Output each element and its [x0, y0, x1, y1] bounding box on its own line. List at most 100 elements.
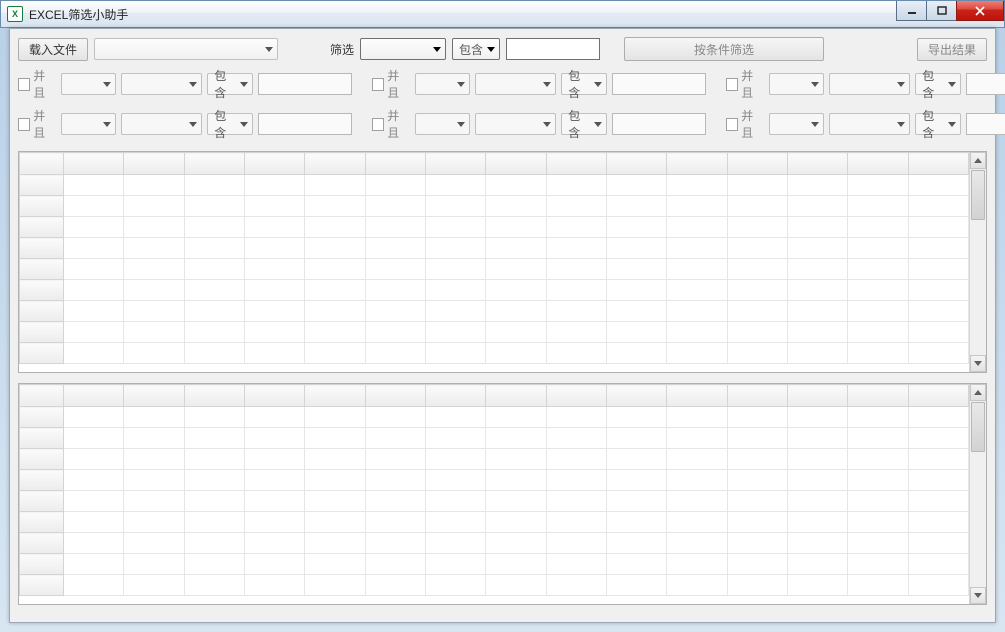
subfilter-2-field[interactable] — [475, 73, 556, 95]
chevron-down-icon — [433, 47, 441, 52]
close-button[interactable] — [956, 1, 1004, 21]
scroll-up-icon[interactable] — [970, 152, 986, 169]
subfilter-4-field[interactable] — [121, 113, 202, 135]
subfilter-5-value[interactable] — [612, 113, 706, 135]
app-icon: X — [7, 6, 23, 22]
subfilter-1: 并且 包含 — [18, 67, 352, 101]
scroll-down-icon[interactable] — [970, 355, 986, 372]
subfilter-1-check[interactable]: 并且 — [18, 67, 56, 101]
chevron-down-icon — [948, 82, 956, 87]
subfilter-5: 并且 包含 — [372, 107, 706, 141]
scroll-thumb[interactable] — [971, 402, 985, 452]
filter-op-combo[interactable]: 包含 — [452, 38, 500, 60]
table-row[interactable] — [20, 491, 969, 512]
subfilter-row-1: 并且 包含 并且 包含 并且 包含 — [18, 67, 987, 101]
subfilter-5-op[interactable]: 包含 — [561, 113, 607, 135]
subfilter-2-logic[interactable] — [415, 73, 470, 95]
table-row[interactable] — [20, 322, 969, 343]
subfilter-3-op[interactable]: 包含 — [915, 73, 961, 95]
chevron-down-icon — [189, 82, 197, 87]
table-row[interactable] — [20, 280, 969, 301]
table-row[interactable] — [20, 554, 969, 575]
subfilter-1-op[interactable]: 包含 — [207, 73, 253, 95]
subfilter-4-value[interactable] — [258, 113, 352, 135]
chevron-down-icon — [543, 82, 551, 87]
table-row[interactable] — [20, 428, 969, 449]
subfilter-2: 并且 包含 — [372, 67, 706, 101]
subfilter-4-logic[interactable] — [61, 113, 116, 135]
subfilter-row-2: 并且 包含 并且 包含 并且 包含 — [18, 107, 987, 141]
subfilter-1-value[interactable] — [258, 73, 352, 95]
subfilter-6: 并且 包含 — [726, 107, 1005, 141]
chevron-down-icon — [103, 82, 111, 87]
grid-top-table — [19, 152, 969, 364]
subfilter-6-field[interactable] — [829, 113, 910, 135]
subfilter-5-field[interactable] — [475, 113, 556, 135]
grid-top[interactable] — [18, 151, 987, 373]
export-button[interactable]: 导出结果 — [917, 38, 987, 61]
subfilter-3-logic[interactable] — [769, 73, 824, 95]
titlebar: X EXCEL筛选小助手 — [0, 0, 1005, 28]
subfilter-3-field[interactable] — [829, 73, 910, 95]
chevron-down-icon — [457, 122, 465, 127]
grid-bottom-scrollbar[interactable] — [969, 384, 986, 604]
chevron-down-icon — [594, 122, 602, 127]
table-row[interactable] — [20, 259, 969, 280]
table-row[interactable] — [20, 512, 969, 533]
subfilter-5-check[interactable]: 并且 — [372, 107, 410, 141]
apply-filter-button[interactable]: 按条件筛选 — [624, 37, 824, 61]
grid-top-scrollbar[interactable] — [969, 152, 986, 372]
subfilter-2-op[interactable]: 包含 — [561, 73, 607, 95]
subfilter-4: 并且 包含 — [18, 107, 352, 141]
grid-bottom[interactable] — [18, 383, 987, 605]
table-row[interactable] — [20, 217, 969, 238]
chevron-down-icon — [265, 47, 273, 52]
chevron-down-icon — [811, 122, 819, 127]
table-row[interactable] — [20, 175, 969, 196]
subfilter-5-logic[interactable] — [415, 113, 470, 135]
maximize-button[interactable] — [926, 1, 956, 21]
chevron-down-icon — [457, 82, 465, 87]
grids-container — [18, 151, 987, 605]
subfilter-1-field[interactable] — [121, 73, 202, 95]
minimize-button[interactable] — [896, 1, 926, 21]
filter-field-combo[interactable] — [360, 38, 446, 60]
subfilter-6-logic[interactable] — [769, 113, 824, 135]
scroll-thumb[interactable] — [971, 170, 985, 220]
chevron-down-icon — [811, 82, 819, 87]
table-row[interactable] — [20, 196, 969, 217]
subfilter-6-value[interactable] — [966, 113, 1005, 135]
file-combo[interactable] — [94, 38, 278, 60]
subfilter-6-op[interactable]: 包含 — [915, 113, 961, 135]
table-row[interactable] — [20, 575, 969, 596]
toolbar-row-1: 载入文件 筛选 包含 按条件筛选 导出结果 — [18, 37, 987, 61]
subfilter-2-check[interactable]: 并且 — [372, 67, 410, 101]
scroll-up-icon[interactable] — [970, 384, 986, 401]
chevron-down-icon — [103, 122, 111, 127]
table-row[interactable] — [20, 449, 969, 470]
subfilter-2-value[interactable] — [612, 73, 706, 95]
load-file-button[interactable]: 载入文件 — [18, 38, 88, 61]
filter-value-input[interactable] — [506, 38, 600, 60]
client-area: 载入文件 筛选 包含 按条件筛选 导出结果 并且 包含 并且 包含 并且 — [9, 28, 996, 623]
window-buttons — [896, 1, 1004, 21]
subfilter-1-logic[interactable] — [61, 73, 116, 95]
table-row[interactable] — [20, 533, 969, 554]
table-row[interactable] — [20, 407, 969, 428]
chevron-down-icon — [240, 122, 248, 127]
subfilter-3: 并且 包含 — [726, 67, 1005, 101]
subfilter-4-check[interactable]: 并且 — [18, 107, 56, 141]
table-row[interactable] — [20, 343, 969, 364]
subfilter-3-value[interactable] — [966, 73, 1005, 95]
scroll-down-icon[interactable] — [970, 587, 986, 604]
chevron-down-icon — [897, 82, 905, 87]
table-row[interactable] — [20, 470, 969, 491]
table-row[interactable] — [20, 238, 969, 259]
grid-bottom-table — [19, 384, 969, 596]
subfilter-6-check[interactable]: 并且 — [726, 107, 764, 141]
chevron-down-icon — [240, 82, 248, 87]
subfilter-3-check[interactable]: 并且 — [726, 67, 764, 101]
table-row[interactable] — [20, 301, 969, 322]
chevron-down-icon — [897, 122, 905, 127]
subfilter-4-op[interactable]: 包含 — [207, 113, 253, 135]
